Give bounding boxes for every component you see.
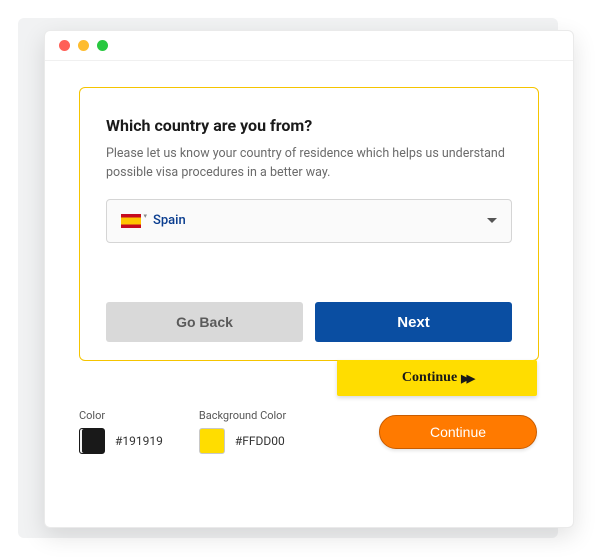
minimize-icon[interactable] bbox=[78, 40, 89, 51]
close-icon[interactable] bbox=[59, 40, 70, 51]
button-row: Go Back Next bbox=[106, 302, 512, 342]
form-card: Which country are you from? Please let u… bbox=[79, 87, 539, 361]
text-color-swatch[interactable] bbox=[79, 428, 105, 454]
form-title: Which country are you from? bbox=[106, 116, 512, 135]
country-select[interactable]: ▾ Spain bbox=[106, 199, 512, 243]
color-settings: Color #191919 Background Color #FFDD00 bbox=[79, 409, 286, 454]
continue-orange-button[interactable]: Continue bbox=[379, 415, 537, 449]
bg-color-label: Background Color bbox=[199, 409, 286, 422]
bg-color-value: #FFDD00 bbox=[235, 434, 285, 448]
next-button[interactable]: Next bbox=[315, 302, 512, 342]
form-description: Please let us know your country of resid… bbox=[106, 145, 512, 183]
country-select-value: Spain bbox=[153, 213, 186, 228]
continue-yellow-button[interactable]: Continue ▶▶ bbox=[337, 360, 537, 396]
select-value-wrap: ▾ Spain bbox=[121, 213, 186, 228]
continue-yellow-label: Continue bbox=[402, 370, 457, 386]
text-color-label: Color bbox=[79, 409, 163, 422]
go-back-button[interactable]: Go Back bbox=[106, 302, 303, 342]
browser-window: Which country are you from? Please let u… bbox=[44, 30, 574, 528]
bg-color-block: Background Color #FFDD00 bbox=[199, 409, 286, 454]
content-area: Which country are you from? Please let u… bbox=[45, 61, 573, 381]
text-color-value: #191919 bbox=[115, 434, 163, 448]
forward-icon: ▶▶ bbox=[461, 372, 472, 385]
text-color-block: Color #191919 bbox=[79, 409, 163, 454]
bg-color-swatch[interactable] bbox=[199, 428, 225, 454]
chevron-down-icon bbox=[487, 218, 497, 223]
window-title-bar bbox=[45, 31, 573, 61]
flag-spain-icon: ▾ bbox=[121, 214, 141, 228]
maximize-icon[interactable] bbox=[97, 40, 108, 51]
